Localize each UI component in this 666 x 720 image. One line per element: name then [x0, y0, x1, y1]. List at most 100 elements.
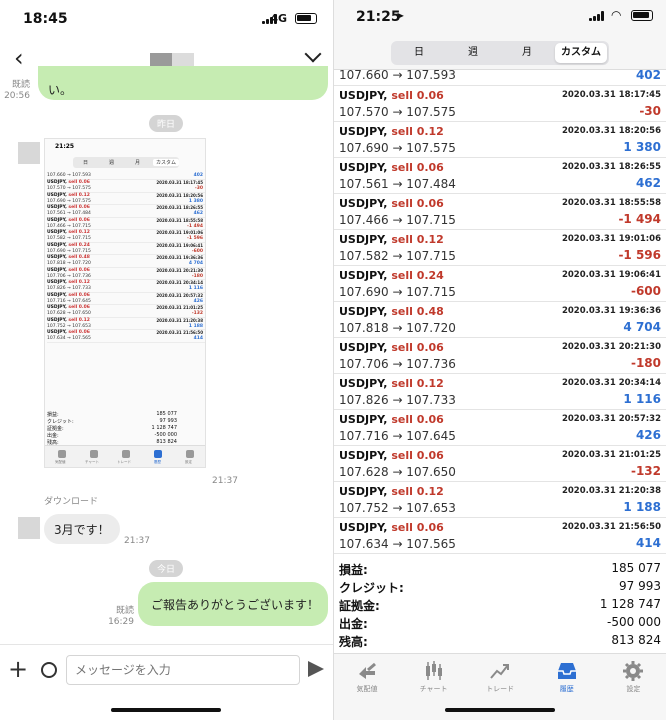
sender-avatar[interactable] [18, 517, 40, 539]
message-bubble-incoming[interactable]: 3月です！ [44, 514, 120, 544]
read-receipt: 既読 16:29 [108, 606, 134, 627]
trade-profit: 402 [635, 68, 661, 82]
message-bubble-outgoing[interactable]: い。 [38, 66, 328, 100]
sender-avatar[interactable] [18, 142, 40, 164]
trade-pair: USDJPY, sell 0.24 [339, 269, 444, 282]
trade-row[interactable]: USDJPY, sell 0.06 2020.03.31 20:21:30 107.… [334, 338, 666, 374]
trade-row[interactable]: USDJPY, sell 0.12 2020.03.31 20:34:14 107.… [334, 374, 666, 410]
message-bubble-outgoing[interactable]: ご報告ありがとうございます！ [138, 582, 328, 626]
trade-row[interactable]: USDJPY, sell 0.06 2020.03.31 18:26:55 107.… [334, 158, 666, 194]
tab-quotes[interactable]: 気配値 [334, 654, 400, 700]
emoji-icon[interactable] [41, 662, 57, 678]
message-input[interactable] [66, 655, 300, 685]
trade-row[interactable]: USDJPY, sell 0.06 2020.03.31 18:17:45 107.… [334, 86, 666, 122]
trade-pair: USDJPY, sell 0.06 [339, 449, 444, 462]
trade-prices: 107.706 → 107.736 [339, 357, 456, 371]
send-icon[interactable] [308, 661, 324, 677]
trade-profit: -180 [630, 356, 661, 370]
thumb-trade-row: USDJPY, sell 0.06 2020.03.31 20:57:32 107.… [47, 292, 205, 305]
trade-prices: 107.466 → 107.715 [339, 213, 456, 227]
quotes-icon [356, 660, 378, 682]
segment-custom[interactable]: カスタム [555, 43, 607, 63]
tab-label: チャート [419, 685, 448, 693]
trade-prices: 107.752 → 107.653 [339, 501, 456, 515]
summary-label: 残高: [339, 635, 368, 649]
trade-row[interactable]: USDJPY, sell 0.06 2020.03.31 21:01:25 107.… [334, 446, 666, 482]
trade-date: 2020.03.31 20:57:32 [561, 414, 661, 424]
trade-row[interactable]: 107.660 → 107.593 402 [334, 68, 666, 86]
plus-icon[interactable]: + [8, 655, 28, 683]
trade-prices: 107.716 → 107.645 [339, 429, 456, 443]
thumb-trade-row: USDJPY, sell 0.12 2020.03.31 21:20:38 107.… [47, 317, 205, 330]
trade-side: sell 0.06 [391, 413, 444, 426]
trade-row[interactable]: USDJPY, sell 0.48 2020.03.31 19:36:36 107.… [334, 302, 666, 338]
trade-prices: 107.660 → 107.593 [339, 68, 456, 82]
thumb-summary-row: 出金: -500 000 [47, 432, 177, 439]
trade-prices: 107.570 → 107.575 [339, 105, 456, 119]
trade-pair: USDJPY, sell 0.12 [339, 233, 444, 246]
thumb-trade-row: USDJPY, sell 0.06 2020.03.31 21:01:25 107.… [47, 305, 205, 318]
thumb-summary-row: 損益: 185 077 [47, 411, 177, 418]
summary-row: 残高: 813 824 [339, 632, 661, 650]
thumb-summary-row: クレジット: 97 993 [47, 418, 177, 425]
trade-date: 2020.03.31 18:20:56 [561, 126, 661, 136]
trade-prices: 107.826 → 107.733 [339, 393, 456, 407]
trade-icon [489, 660, 511, 682]
trade-pair: USDJPY, sell 0.06 [339, 161, 444, 174]
status-time: 21:25 [356, 9, 401, 25]
thumb-trade-row: USDJPY, sell 0.12 2020.03.31 20:34:14 107.… [47, 280, 205, 293]
status-time: 18:45 [23, 11, 68, 27]
battery-icon [295, 13, 317, 24]
read-receipt: 既読 20:56 [4, 80, 30, 101]
thumb-trade-row: USDJPY, sell 0.06 2020.03.31 21:56:50 107.… [47, 330, 205, 343]
tab-chart[interactable]: チャート [401, 654, 467, 700]
tab-label: 履歴 [559, 685, 574, 693]
trade-side: sell 0.24 [391, 269, 444, 282]
tab-label: 気配値 [356, 685, 378, 693]
tab-gear[interactable]: 設定 [600, 654, 666, 700]
download-link[interactable]: ダウンロード [44, 494, 98, 507]
trade-prices: 107.634 → 107.565 [339, 537, 456, 551]
trade-pair: USDJPY, sell 0.12 [339, 377, 444, 390]
trade-date: 2020.03.31 18:26:55 [561, 162, 661, 172]
trade-profit: 1 188 [623, 500, 661, 514]
summary-value: 97 993 [619, 579, 661, 593]
trade-side: sell 0.06 [391, 521, 444, 534]
segment-month[interactable]: 月 [501, 43, 553, 63]
tab-trade[interactable]: トレード [467, 654, 533, 700]
summary-label: 出金: [339, 617, 368, 631]
tab-history[interactable]: 履歴 [534, 654, 600, 700]
trade-row[interactable]: USDJPY, sell 0.12 2020.03.31 18:20:56 107.… [334, 122, 666, 158]
chat-messages[interactable]: 既読 20:56 い。 昨日 21:25 日 週 月 カスタム 107.660 →… [0, 66, 333, 644]
thumb-trade-row: 107.660 → 107.593 402 [47, 173, 205, 180]
thumb-trade-row: USDJPY, sell 0.48 2020.03.31 19:36:36 107.… [47, 255, 205, 268]
trade-row[interactable]: USDJPY, sell 0.12 2020.03.31 21:20:38 107.… [334, 482, 666, 518]
chevron-down-icon[interactable] [304, 45, 322, 63]
segment-day[interactable]: 日 [393, 43, 445, 63]
trade-prices: 107.690 → 107.715 [339, 285, 456, 299]
gear-icon [622, 660, 644, 682]
trade-profit: -30 [639, 104, 661, 118]
trade-row[interactable]: USDJPY, sell 0.24 2020.03.31 19:06:41 107.… [334, 266, 666, 302]
back-icon[interactable]: ‹ [14, 44, 24, 72]
trade-history-list[interactable]: 107.660 → 107.593 402 USDJPY, sell 0.06 2… [334, 68, 666, 554]
trade-row[interactable]: USDJPY, sell 0.06 2020.03.31 21:56:50 107.… [334, 518, 666, 554]
trade-row[interactable]: USDJPY, sell 0.12 2020.03.31 19:01:06 107.… [334, 230, 666, 266]
image-timestamp: 21:37 [212, 476, 238, 486]
segment-week[interactable]: 週 [447, 43, 499, 63]
summary-label: クレジット: [339, 581, 404, 595]
date-separator: 今日 [149, 560, 184, 577]
trade-date: 2020.03.31 18:55:58 [561, 198, 661, 208]
trade-prices: 107.690 → 107.575 [339, 141, 456, 155]
history-icon [556, 660, 578, 682]
shared-screenshot-image[interactable]: 21:25 日 週 月 カスタム 107.660 → 107.593 402 USD… [44, 138, 206, 468]
date-separator: 昨日 [149, 115, 184, 132]
summary-label: 証拠金: [339, 599, 380, 613]
trade-date: 2020.03.31 21:56:50 [561, 522, 661, 532]
trade-row[interactable]: USDJPY, sell 0.06 2020.03.31 20:57:32 107.… [334, 410, 666, 446]
trade-row[interactable]: USDJPY, sell 0.06 2020.03.31 18:55:58 107.… [334, 194, 666, 230]
trade-side: sell 0.12 [391, 485, 444, 498]
home-indicator [111, 708, 221, 712]
trade-profit: -1 596 [618, 248, 661, 262]
trade-date: 2020.03.31 20:34:14 [561, 378, 661, 388]
